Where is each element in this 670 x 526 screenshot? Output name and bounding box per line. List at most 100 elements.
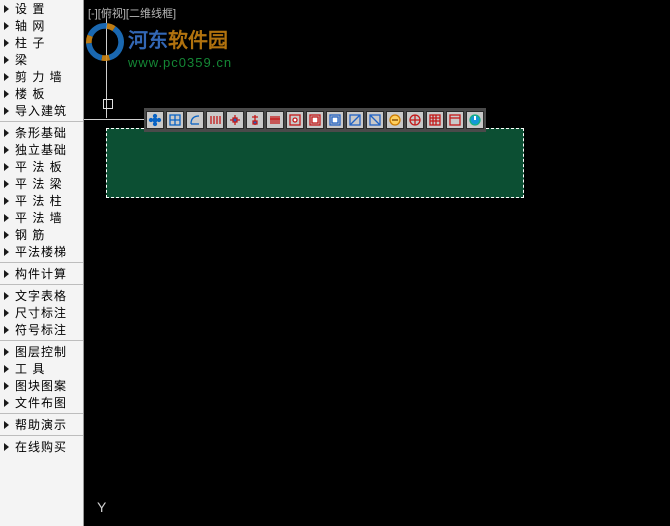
submenu-arrow-icon — [4, 421, 9, 429]
sidebar-item-label: 平 法 梁 — [15, 175, 63, 192]
table-icon[interactable] — [426, 111, 444, 129]
drawing-canvas[interactable] — [84, 0, 670, 526]
submenu-arrow-icon — [4, 197, 9, 205]
submenu-arrow-icon — [4, 309, 9, 317]
sidebar-item-label: 平 法 柱 — [15, 192, 63, 209]
box-r-icon[interactable] — [306, 111, 324, 129]
sidebar-item[interactable]: 条形基础 — [0, 124, 83, 141]
submenu-arrow-icon — [4, 231, 9, 239]
sidebar-item-label: 图层控制 — [15, 343, 67, 360]
sidebar-item-label: 柱 子 — [15, 34, 45, 51]
selection-rect — [106, 128, 524, 198]
sidebar-item[interactable]: 柱 子 — [0, 34, 83, 51]
sidebar-separator — [0, 284, 83, 285]
sidebar-item[interactable]: 图块图案 — [0, 377, 83, 394]
sidebar-item-label: 导入建筑 — [15, 102, 67, 119]
flower-icon[interactable] — [146, 111, 164, 129]
sidebar-item-label: 文件布图 — [15, 394, 67, 411]
sidebar-item[interactable]: 平法楼梯 — [0, 243, 83, 260]
box-b-icon[interactable] — [326, 111, 344, 129]
sidebar-item[interactable]: 图层控制 — [0, 343, 83, 360]
sidebar-separator — [0, 413, 83, 414]
sidebar-item[interactable]: 平 法 板 — [0, 158, 83, 175]
floating-toolbar[interactable] — [144, 108, 486, 132]
sidebar-item[interactable]: 导入建筑 — [0, 102, 83, 119]
diag2-icon[interactable] — [366, 111, 384, 129]
submenu-arrow-icon — [4, 365, 9, 373]
marker-icon[interactable] — [246, 111, 264, 129]
sidebar-item-label: 平 法 墙 — [15, 209, 63, 226]
fence-icon[interactable] — [266, 111, 284, 129]
submenu-arrow-icon — [4, 443, 9, 451]
columns-icon[interactable] — [206, 111, 224, 129]
sidebar-item-label: 轴 网 — [15, 17, 45, 34]
ucs-y-label: Y — [97, 499, 106, 515]
sidebar-item[interactable]: 帮助演示 — [0, 416, 83, 433]
board-icon[interactable] — [446, 111, 464, 129]
submenu-arrow-icon — [4, 39, 9, 47]
sidebar-item-label: 工 具 — [15, 360, 45, 377]
sidebar: 设 置轴 网柱 子梁剪 力 墙楼 板导入建筑条形基础独立基础平 法 板平 法 梁… — [0, 0, 84, 526]
sidebar-separator — [0, 121, 83, 122]
sidebar-item-label: 条形基础 — [15, 124, 67, 141]
sidebar-separator — [0, 435, 83, 436]
submenu-arrow-icon — [4, 382, 9, 390]
sidebar-item[interactable]: 梁 — [0, 51, 83, 68]
viewport-label[interactable]: [-][俯视][二维线框] — [88, 5, 176, 21]
sidebar-item[interactable]: 尺寸标注 — [0, 304, 83, 321]
sidebar-item-label: 图块图案 — [15, 377, 67, 394]
sidebar-item-label: 平法楼梯 — [15, 243, 67, 260]
submenu-arrow-icon — [4, 56, 9, 64]
submenu-arrow-icon — [4, 73, 9, 81]
sidebar-item[interactable]: 符号标注 — [0, 321, 83, 338]
power-icon[interactable] — [466, 111, 484, 129]
submenu-arrow-icon — [4, 163, 9, 171]
sidebar-item[interactable]: 剪 力 墙 — [0, 68, 83, 85]
submenu-arrow-icon — [4, 326, 9, 334]
diag1-icon[interactable] — [346, 111, 364, 129]
sidebar-item[interactable]: 钢 筋 — [0, 226, 83, 243]
circle-icon[interactable] — [386, 111, 404, 129]
sidebar-separator — [0, 262, 83, 263]
sidebar-item-label: 平 法 板 — [15, 158, 63, 175]
sidebar-item[interactable]: 设 置 — [0, 0, 83, 17]
target-icon[interactable] — [286, 111, 304, 129]
sidebar-item-label: 设 置 — [15, 0, 45, 17]
sidebar-item[interactable]: 在线购买 — [0, 438, 83, 455]
submenu-arrow-icon — [4, 22, 9, 30]
sidebar-item-label: 梁 — [15, 51, 28, 68]
sidebar-item-label: 构件计算 — [15, 265, 67, 282]
sidebar-item[interactable]: 楼 板 — [0, 85, 83, 102]
sidebar-item[interactable]: 平 法 墙 — [0, 209, 83, 226]
cross-icon[interactable] — [226, 111, 244, 129]
sidebar-item-label: 帮助演示 — [15, 416, 67, 433]
submenu-arrow-icon — [4, 292, 9, 300]
sidebar-item[interactable]: 独立基础 — [0, 141, 83, 158]
profile-icon[interactable] — [186, 111, 204, 129]
submenu-arrow-icon — [4, 399, 9, 407]
sidebar-item[interactable]: 工 具 — [0, 360, 83, 377]
submenu-arrow-icon — [4, 90, 9, 98]
submenu-arrow-icon — [4, 180, 9, 188]
submenu-arrow-icon — [4, 5, 9, 13]
sidebar-item-label: 剪 力 墙 — [15, 68, 63, 85]
sidebar-item[interactable]: 文字表格 — [0, 287, 83, 304]
grid-icon[interactable] — [166, 111, 184, 129]
sidebar-item[interactable]: 构件计算 — [0, 265, 83, 282]
sidebar-item-label: 独立基础 — [15, 141, 67, 158]
circle2-icon[interactable] — [406, 111, 424, 129]
submenu-arrow-icon — [4, 107, 9, 115]
submenu-arrow-icon — [4, 270, 9, 278]
sidebar-item-label: 符号标注 — [15, 321, 67, 338]
submenu-arrow-icon — [4, 248, 9, 256]
sidebar-item[interactable]: 轴 网 — [0, 17, 83, 34]
submenu-arrow-icon — [4, 129, 9, 137]
sidebar-item[interactable]: 文件布图 — [0, 394, 83, 411]
sidebar-separator — [0, 340, 83, 341]
sidebar-item[interactable]: 平 法 柱 — [0, 192, 83, 209]
sidebar-item-label: 文字表格 — [15, 287, 67, 304]
sidebar-item[interactable]: 平 法 梁 — [0, 175, 83, 192]
crosshair-horizontal — [84, 119, 144, 120]
submenu-arrow-icon — [4, 348, 9, 356]
sidebar-item-label: 尺寸标注 — [15, 304, 67, 321]
